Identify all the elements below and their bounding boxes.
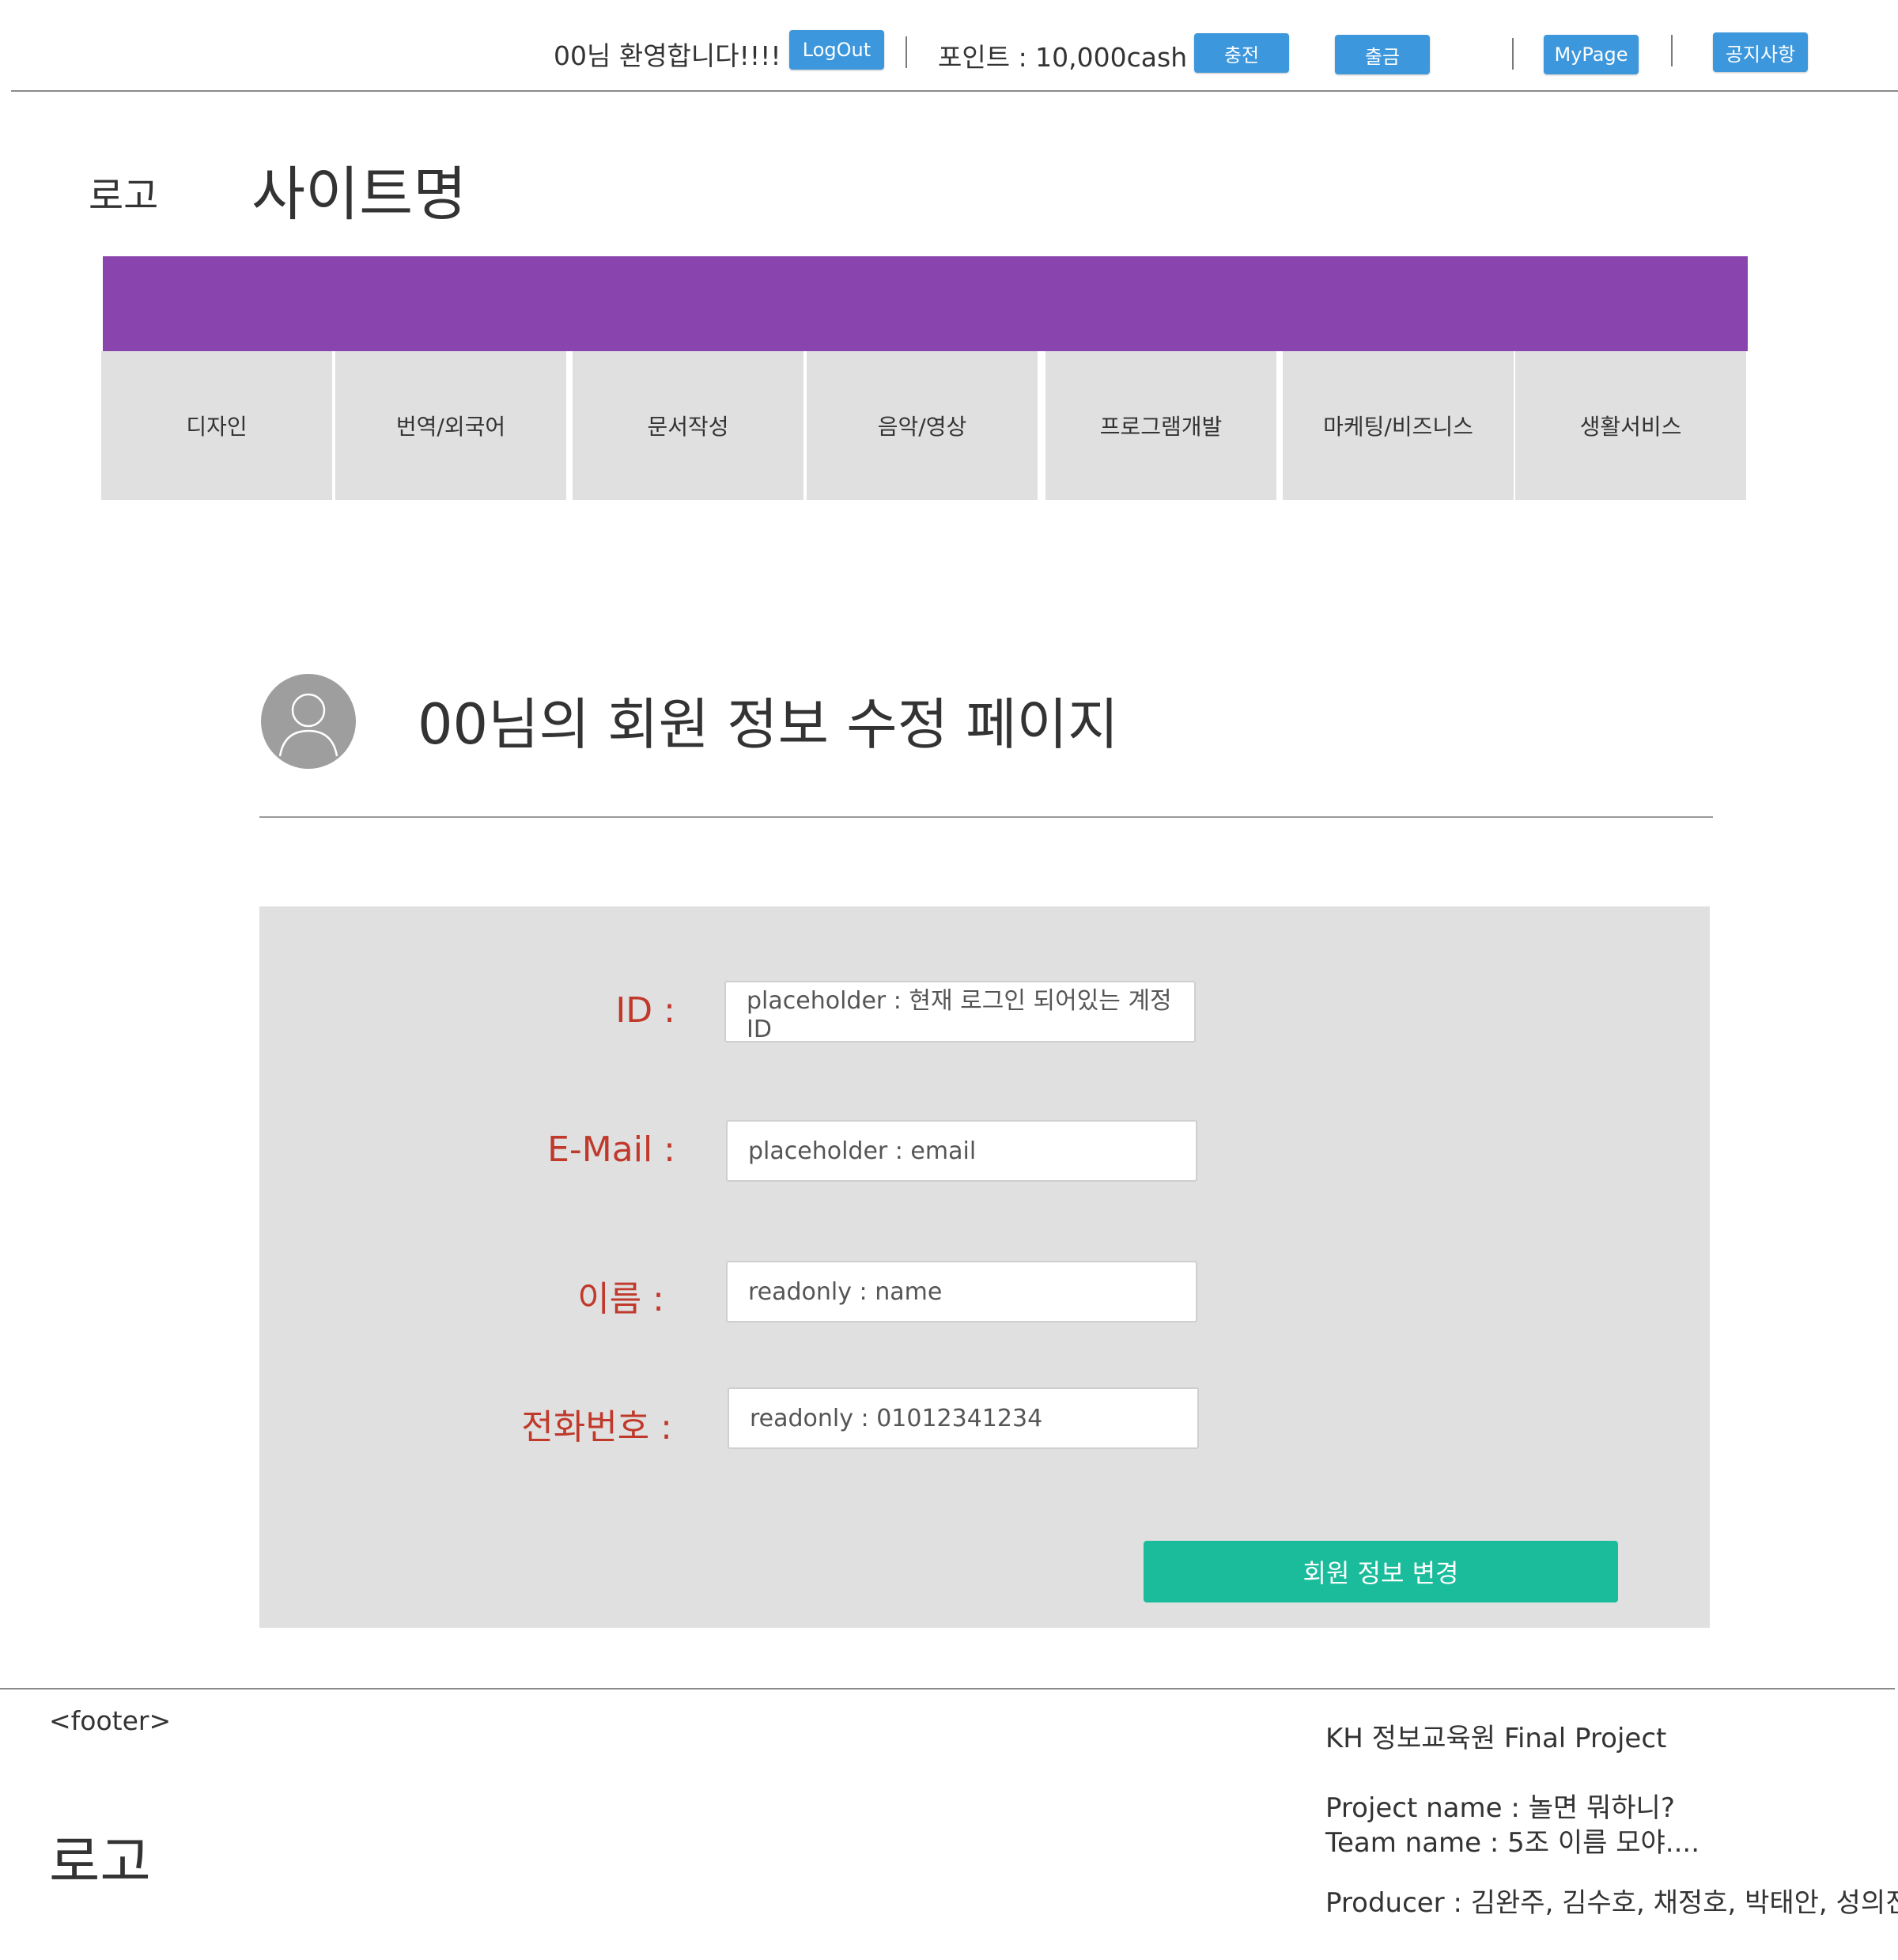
- footer-team-name: Team name : 5조 이름 모야....: [1325, 1827, 1700, 1859]
- name-field[interactable]: readonly : name: [726, 1261, 1197, 1322]
- phone-label: 전화번호 :: [521, 1407, 672, 1447]
- divider: [1512, 38, 1514, 70]
- email-label: E-Mail :: [547, 1129, 675, 1170]
- category-marketing[interactable]: 마케팅/비즈니스: [1283, 351, 1514, 500]
- top-divider: [11, 90, 1898, 92]
- category-document[interactable]: 문서작성: [573, 351, 803, 500]
- avatar: [261, 674, 356, 769]
- category-programming[interactable]: 프로그램개발: [1045, 351, 1276, 500]
- nav-bar: [103, 256, 1748, 351]
- logout-button[interactable]: LogOut: [789, 30, 884, 70]
- name-label: 이름 :: [577, 1279, 664, 1319]
- category-music-video[interactable]: 음악/영상: [807, 351, 1038, 500]
- email-field[interactable]: placeholder : email: [726, 1120, 1197, 1182]
- points-text: 포인트 : 10,000cash: [938, 42, 1188, 73]
- footer-org: KH 정보교육원 Final Project: [1325, 1723, 1667, 1754]
- id-label: ID :: [615, 990, 675, 1031]
- footer-project-name: Project name : 놀면 뭐하니?: [1325, 1792, 1675, 1824]
- divider: [906, 36, 907, 68]
- footer-tag: <footer>: [49, 1705, 172, 1736]
- divider: [1671, 35, 1673, 66]
- category-design[interactable]: 디자인: [101, 351, 332, 500]
- title-divider: [259, 816, 1713, 818]
- logo[interactable]: 로고: [89, 165, 158, 220]
- phone-field[interactable]: readonly : 01012341234: [728, 1387, 1199, 1449]
- withdraw-button[interactable]: 출금: [1335, 35, 1430, 74]
- category-life-service[interactable]: 생활서비스: [1515, 351, 1746, 500]
- charge-button[interactable]: 충전: [1194, 33, 1289, 73]
- welcome-text: 00님 환영합니다!!!!: [554, 40, 781, 71]
- footer-logo: 로고: [49, 1829, 151, 1894]
- footer-divider: [0, 1688, 1895, 1689]
- id-field[interactable]: placeholder : 현재 로그인 되어있는 계정 ID: [724, 981, 1196, 1043]
- mypage-button[interactable]: MyPage: [1544, 35, 1639, 74]
- category-translation[interactable]: 번역/외국어: [335, 351, 566, 500]
- page-title: 00님의 회원 정보 수정 페이지: [418, 692, 1119, 757]
- user-icon: [261, 674, 356, 769]
- submit-button[interactable]: 회원 정보 변경: [1144, 1541, 1618, 1602]
- site-name[interactable]: 사이트명: [251, 147, 467, 232]
- notice-button[interactable]: 공지사항: [1713, 32, 1808, 72]
- footer-producer: Producer : 김완주, 김수호, 채정호, 박태안, 성의진: [1325, 1887, 1898, 1919]
